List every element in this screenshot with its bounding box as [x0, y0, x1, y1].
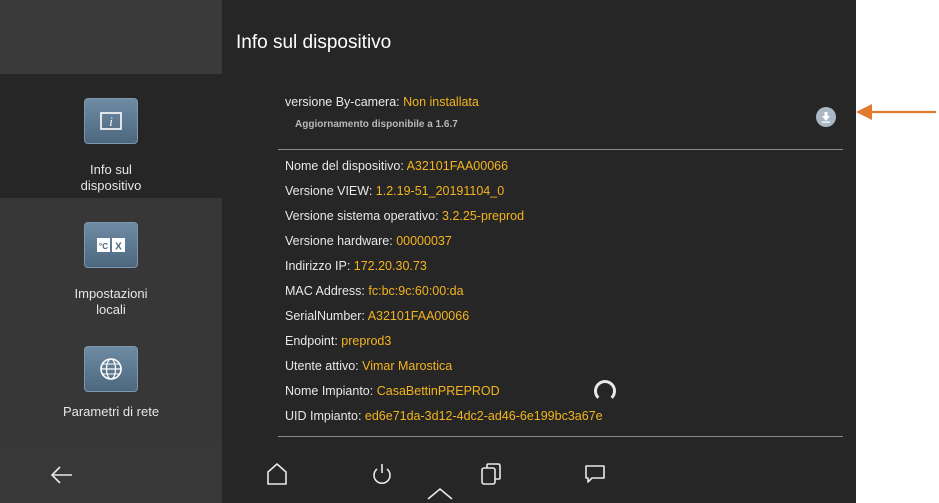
svg-text:X: X [115, 242, 122, 253]
message-button[interactable] [584, 464, 606, 489]
info-row: UID Impianto: ed6e71da-3d12-4dc2-ad46-6e… [285, 409, 603, 423]
info-row: Endpoint: preprod3 [285, 334, 392, 348]
info-row: MAC Address: fc:bc:9c:60:00:da [285, 284, 464, 298]
back-icon [50, 466, 72, 484]
info-row: Versione sistema operativo: 3.2.25-prepr… [285, 209, 525, 223]
annotation-arrow [856, 104, 936, 120]
chevron-up-icon [427, 487, 453, 500]
info-row: Indirizzo IP: 172.20.30.73 [285, 259, 427, 273]
expand-button[interactable] [427, 486, 453, 503]
recent-apps-icon [481, 463, 501, 485]
sidebar: i Info sul dispositivo °C X Impostazioni… [0, 74, 222, 446]
divider [278, 436, 843, 437]
system-navigation-bar [0, 446, 856, 503]
device-screen: Info sul dispositivo i Info sul disposit… [0, 0, 856, 503]
back-button[interactable] [50, 466, 74, 489]
sidebar-item-label: Impostazioni locali [74, 286, 148, 317]
svg-text:°C: °C [99, 242, 108, 251]
message-icon [585, 465, 605, 483]
bycamera-value: Non installata [403, 95, 479, 109]
header-bar: Info sul dispositivo [222, 0, 856, 74]
update-available-note: Aggiornamento disponibile a 1.6.7 [295, 119, 458, 130]
wifi-icon[interactable] [594, 380, 616, 402]
info-icon: i [84, 98, 138, 144]
globe-icon [84, 346, 138, 392]
download-update-button[interactable] [816, 107, 836, 127]
sidebar-item-info[interactable]: i Info sul dispositivo [0, 74, 222, 198]
temperature-settings-icon: °C X [84, 222, 138, 268]
svg-text:i: i [109, 114, 113, 129]
sidebar-item-label: Parametri di rete [62, 404, 160, 419]
info-row: Versione hardware: 00000037 [285, 234, 452, 248]
info-row: Nome del dispositivo: A32101FAA00066 [285, 159, 509, 173]
page-title: Info sul dispositivo [236, 32, 392, 53]
divider [278, 149, 843, 150]
sidebar-item-impostazioni[interactable]: °C X Impostazioni locali [0, 198, 222, 322]
recent-apps-button[interactable] [480, 462, 502, 491]
info-row: Nome Impianto: CasaBettinPREPROD [285, 384, 500, 398]
download-icon [822, 111, 830, 123]
sidebar-item-label: Info sul dispositivo [80, 162, 142, 193]
info-row: Utente attivo: Vimar Marostica [285, 359, 453, 373]
power-icon [373, 464, 391, 484]
info-row: SerialNumber: A32101FAA00066 [285, 309, 470, 323]
device-info-panel: versione By-camera: Non installata Aggio… [222, 74, 856, 446]
sidebar-header [0, 0, 222, 74]
home-icon [267, 463, 287, 485]
power-button[interactable] [371, 462, 393, 491]
home-button[interactable] [266, 462, 288, 491]
sidebar-footer [0, 446, 222, 503]
bycamera-version: versione By-camera: Non installata [285, 95, 479, 109]
info-row: Versione VIEW: 1.2.19-51_20191104_0 [285, 184, 505, 198]
sidebar-item-rete[interactable]: Parametri di rete [0, 322, 222, 446]
